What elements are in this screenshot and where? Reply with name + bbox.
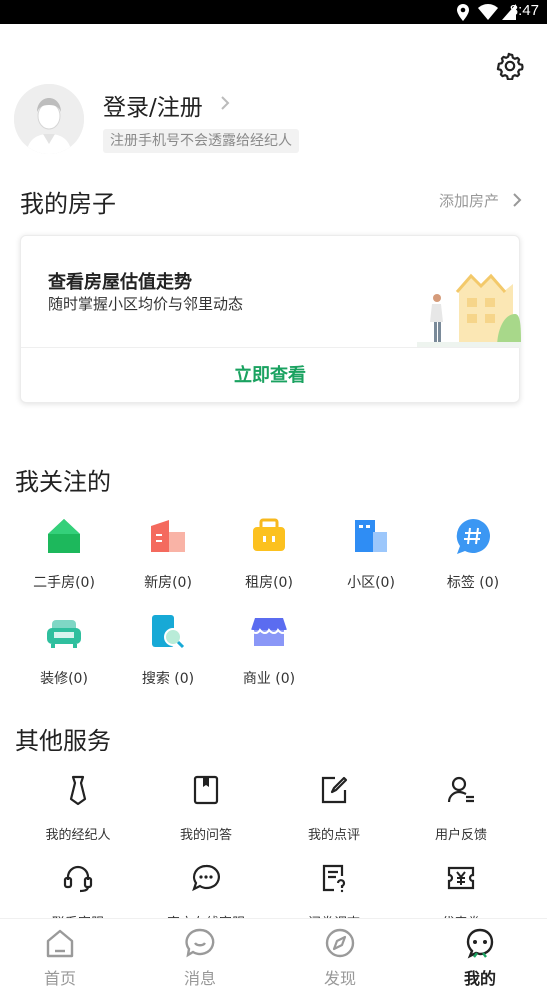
chevron-right-icon[interactable] (511, 191, 523, 209)
wifi-icon (478, 4, 498, 20)
profile-icon (466, 928, 494, 959)
following-item-search[interactable]: 搜索 (0) (118, 612, 218, 688)
sofa-icon (47, 620, 81, 648)
view-now-button[interactable]: 立即查看 (21, 348, 519, 404)
hashtag-icon (456, 519, 490, 554)
status-bar: 8:47 (0, 0, 547, 24)
service-my-qa[interactable]: 我的问答 (146, 774, 266, 843)
building-icon (151, 520, 185, 552)
coupon-icon (447, 866, 475, 890)
following-item-second-hand[interactable]: 二手房(0) (14, 516, 114, 592)
tab-home[interactable]: 首页 (20, 927, 100, 988)
chevron-right-icon[interactable] (219, 94, 231, 112)
add-property-link[interactable]: 添加房产 (439, 190, 499, 211)
settings-gear-icon[interactable] (496, 52, 524, 80)
shop-icon (250, 618, 288, 646)
following-item-tags[interactable]: 标签 (0) (423, 516, 523, 592)
compass-icon (325, 928, 355, 958)
section-title-services: 其他服务 (15, 727, 111, 755)
section-title-following: 我关注的 (15, 468, 111, 496)
edit-icon (321, 776, 348, 804)
tab-discover[interactable]: 发现 (300, 927, 380, 988)
chat-icon (192, 864, 220, 892)
section-title-my-house: 我的房子 (20, 190, 116, 218)
user-feedback-icon (447, 776, 474, 803)
bottom-tab-bar: 首页 消息 发现 我的 (0, 918, 547, 988)
card-subtitle: 随时掌握小区均价与邻里动态 (48, 295, 244, 313)
following-item-commercial[interactable]: 商业 (0) (219, 612, 319, 688)
community-icon (355, 520, 387, 552)
house-icon (48, 519, 80, 553)
following-item-new-house[interactable]: 新房(0) (118, 516, 218, 592)
message-icon (185, 928, 215, 958)
card-title: 查看房屋估值走势 (48, 272, 192, 293)
home-icon (46, 929, 74, 958)
location-icon (457, 4, 469, 21)
privacy-note: 注册手机号不会透露给经纪人 (103, 129, 299, 153)
service-my-reviews[interactable]: 我的点评 (274, 774, 394, 843)
avatar[interactable] (14, 84, 84, 154)
following-item-rent[interactable]: 租房(0) (219, 516, 319, 592)
following-item-community[interactable]: 小区(0) (321, 516, 421, 592)
default-avatar-icon (14, 84, 84, 154)
login-register-link[interactable]: 登录/注册 (103, 88, 203, 122)
tie-icon (69, 775, 87, 806)
tab-messages[interactable]: 消息 (160, 927, 240, 988)
service-user-feedback[interactable]: 用户反馈 (401, 774, 521, 843)
search-icon (152, 615, 185, 649)
service-my-agent[interactable]: 我的经纪人 (18, 774, 138, 843)
following-item-renovation[interactable]: 装修(0) (14, 612, 114, 688)
tab-me[interactable]: 我的 (440, 927, 520, 988)
suitcase-icon (253, 518, 285, 551)
survey-icon (322, 864, 346, 893)
headset-icon (63, 865, 93, 893)
book-icon (193, 775, 219, 805)
clock: 8:47 (509, 2, 539, 19)
house-illustration-icon (417, 273, 521, 348)
house-valuation-card: 查看房屋估值走势 随时掌握小区均价与邻里动态 立即查看 (20, 235, 521, 404)
